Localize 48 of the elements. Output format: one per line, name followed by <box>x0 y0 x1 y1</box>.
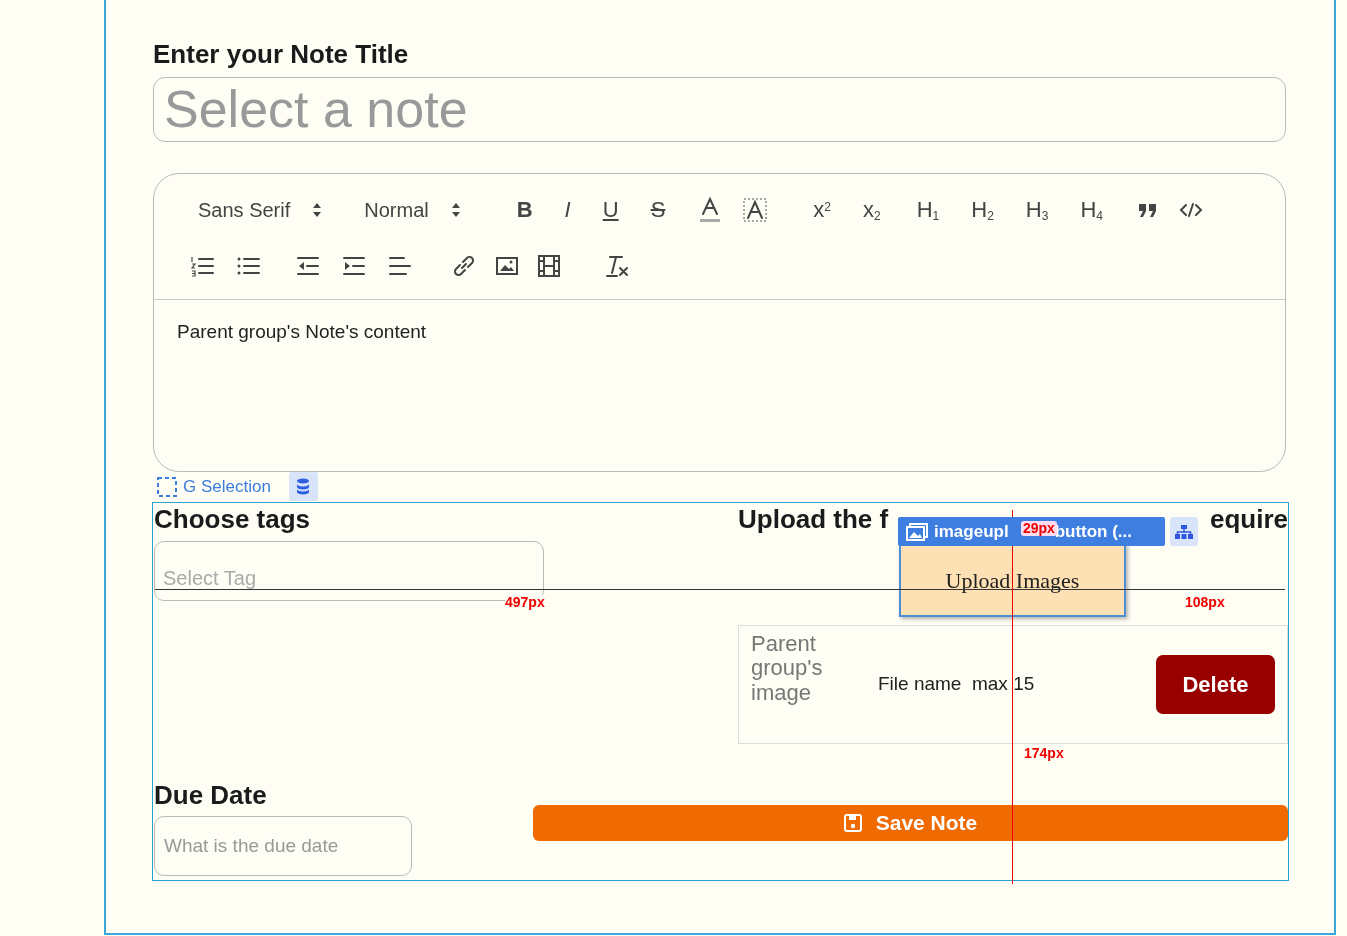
element-name: imageupl <box>934 520 1009 543</box>
film-icon[interactable] <box>538 254 560 277</box>
image-caption: Parent group's image <box>751 632 824 705</box>
section-heading: Choose tags <box>154 504 312 534</box>
save-icon <box>843 814 862 832</box>
highlight-icon[interactable] <box>743 197 768 222</box>
quote-icon[interactable] <box>1137 201 1159 218</box>
format-dropdown[interactable]: Sans Serif <box>198 194 323 225</box>
measure-label: 108px <box>1185 595 1225 611</box>
section-heading: equire <box>1209 504 1288 534</box>
database-icon[interactable] <box>288 472 318 502</box>
image-icon <box>906 522 928 541</box>
outdent-icon[interactable] <box>296 254 320 277</box>
indent-icon[interactable] <box>342 254 366 277</box>
upload-images-button[interactable]: Upload Images <box>899 543 1126 618</box>
updown-caret-icon <box>312 201 323 218</box>
text-color-icon[interactable] <box>699 196 722 223</box>
measure-label: 497px <box>505 595 545 611</box>
format-button[interactable]: x$^{2}$ <box>807 198 837 221</box>
format-button[interactable]: U <box>596 198 625 221</box>
format-button[interactable]: S <box>644 198 672 221</box>
updown-caret-icon <box>450 201 461 218</box>
section-heading: Upload the f <box>738 504 889 534</box>
code-icon[interactable] <box>1179 201 1203 218</box>
ordered-list-icon[interactable] <box>190 254 214 277</box>
link-icon[interactable] <box>452 253 476 278</box>
title-field[interactable]: Select a note <box>153 76 1286 142</box>
align-left-icon[interactable] <box>388 254 412 277</box>
delete-button[interactable]: Delete <box>1156 655 1275 715</box>
format-button[interactable]: H$_{4}$ <box>1074 198 1109 221</box>
image-icon[interactable] <box>496 255 518 276</box>
format-button[interactable]: H$_{2}$ <box>965 198 1000 221</box>
editor-text: Parent group's Note's content <box>176 319 428 344</box>
format-button[interactable]: B <box>510 198 539 221</box>
format-dropdown[interactable]: Normal <box>364 194 461 225</box>
selection-label: G Selection <box>183 475 271 498</box>
file-name-text: File name max 15 <box>878 672 1035 697</box>
measure-label: 29px <box>1021 521 1057 537</box>
format-button[interactable]: H$_{1}$ <box>910 198 946 221</box>
due-date-field[interactable]: What is the due date <box>154 815 412 876</box>
format-button[interactable]: H$_{3}$ <box>1019 198 1055 221</box>
format-button[interactable]: I <box>558 198 577 221</box>
field-label: Enter your Note Title <box>153 40 410 69</box>
hierarchy-icon[interactable] <box>1170 517 1198 546</box>
section-heading: Due Date <box>154 781 268 810</box>
selection-icon <box>157 476 177 497</box>
measure-label: 174px <box>1024 746 1064 762</box>
format-button[interactable]: x$_{2}$ <box>857 198 887 221</box>
